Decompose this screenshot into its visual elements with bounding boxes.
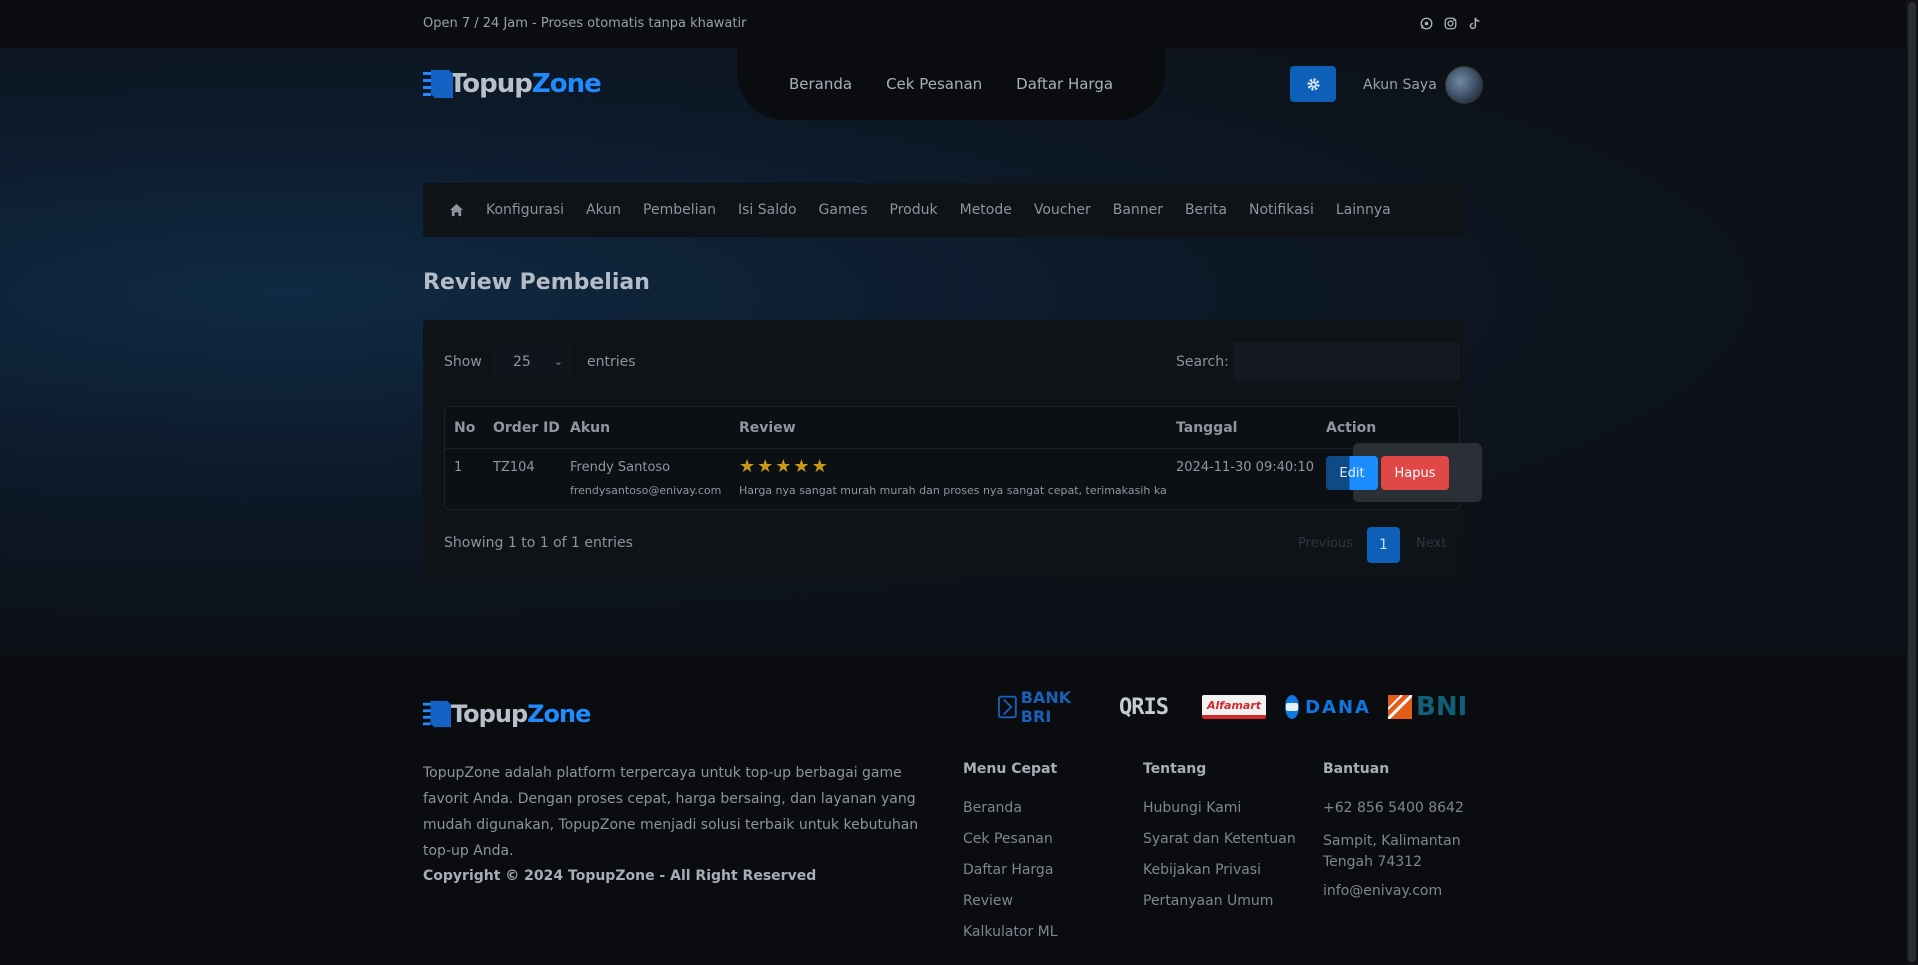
bank-bri-logo: BANK BRI	[998, 688, 1102, 726]
account-menu[interactable]: Akun Saya	[1363, 66, 1483, 104]
entries-per-page-select[interactable]: 25 ⌄	[493, 343, 573, 381]
qris-logo: QRIS	[1119, 694, 1169, 720]
alfamart-logo: Alfamart	[1202, 692, 1266, 722]
tiktok-icon[interactable]	[1467, 16, 1481, 30]
star-icon: ★	[757, 456, 774, 477]
admin-menu-bar: Konfigurasi Akun Pembelian Isi Saldo Gam…	[423, 183, 1463, 237]
edit-button[interactable]: Edit	[1326, 456, 1378, 490]
footer-phone[interactable]: +62 856 5400 8642	[1323, 800, 1464, 816]
home-icon[interactable]	[449, 203, 464, 217]
page-scrollbar[interactable]	[1906, 0, 1918, 965]
row-account-name: Frendy Santoso	[570, 460, 671, 475]
nav-daftar-harga[interactable]: Daftar Harga	[1016, 75, 1113, 93]
col-header-akun[interactable]: Akun	[570, 420, 610, 436]
footer-tentang-title: Tentang	[1143, 761, 1207, 777]
col-header-tanggal[interactable]: Tanggal	[1176, 420, 1237, 436]
pagination-next[interactable]: Next	[1416, 536, 1446, 551]
search-label: Search:	[1176, 354, 1229, 370]
star-icon: ★	[739, 456, 756, 477]
footer-link-beranda[interactable]: Beranda	[963, 800, 1022, 816]
row-no: 1	[454, 460, 463, 475]
footer-copyright: Copyright © 2024 TopupZone - All Right R…	[423, 868, 817, 884]
scrollbar-thumb[interactable]	[1908, 2, 1916, 962]
footer-menu-cepat-title: Menu Cepat	[963, 761, 1058, 777]
pagination-page-1[interactable]: 1	[1367, 527, 1400, 563]
footer-link-cek-pesanan[interactable]: Cek Pesanan	[963, 831, 1053, 847]
footer-link-daftar-harga[interactable]: Daftar Harga	[963, 862, 1053, 878]
topupzone-logo[interactable]: TopupZone	[423, 63, 602, 105]
nav-cek-pesanan[interactable]: Cek Pesanan	[886, 75, 982, 93]
row-account-email: frendysantoso@enivay.com	[570, 484, 722, 497]
rating-stars: ★ ★ ★ ★ ★	[739, 458, 828, 476]
bni-logo: BNI	[1388, 692, 1474, 722]
footer-address: Sampit, Kalimantan Tengah 74312	[1323, 833, 1461, 870]
admin-menu-akun[interactable]: Akun	[586, 202, 621, 218]
admin-menu-berita[interactable]: Berita	[1185, 202, 1227, 218]
table-divider	[445, 448, 1459, 449]
admin-menu-banner[interactable]: Banner	[1113, 202, 1163, 218]
admin-settings-button[interactable]	[1290, 66, 1336, 102]
entries-label: entries	[587, 354, 636, 370]
main-nav: Beranda Cek Pesanan Daftar Harga	[737, 48, 1165, 120]
col-header-review[interactable]: Review	[739, 420, 796, 436]
nav-beranda[interactable]: Beranda	[789, 75, 852, 93]
admin-menu-voucher[interactable]: Voucher	[1034, 202, 1091, 218]
page-title: Review Pembelian	[423, 270, 650, 295]
gear-icon	[1306, 77, 1320, 91]
logo-mark-icon	[423, 700, 451, 728]
footer-link-pertanyaan-umum[interactable]: Pertanyaan Umum	[1143, 893, 1273, 909]
footer-link-hubungi-kami[interactable]: Hubungi Kami	[1143, 800, 1241, 816]
social-links	[1419, 16, 1481, 30]
col-header-no[interactable]: No	[454, 420, 475, 436]
row-review-text: Harga nya sangat murah murah dan proses …	[739, 484, 1167, 497]
footer-email[interactable]: info@enivay.com	[1323, 883, 1442, 899]
admin-menu-metode[interactable]: Metode	[960, 202, 1012, 218]
admin-menu-konfigurasi[interactable]: Konfigurasi	[486, 202, 564, 218]
whatsapp-icon[interactable]	[1419, 16, 1433, 30]
search-input[interactable]	[1233, 342, 1460, 380]
chevron-down-icon: ⌄	[553, 355, 563, 368]
instagram-icon[interactable]	[1443, 16, 1457, 30]
admin-menu-lainnya[interactable]: Lainnya	[1336, 202, 1391, 218]
show-label: Show	[444, 354, 482, 370]
row-order-id: TZ104	[493, 460, 535, 475]
account-label: Akun Saya	[1363, 77, 1437, 93]
logo-mark-icon	[423, 66, 453, 102]
footer-link-syarat[interactable]: Syarat dan Ketentuan	[1143, 831, 1296, 847]
row-tanggal: 2024-11-30 09:40:10	[1176, 460, 1315, 475]
dana-logo: DANA	[1285, 692, 1371, 722]
admin-menu-notifikasi[interactable]: Notifikasi	[1249, 202, 1314, 218]
admin-menu-pembelian[interactable]: Pembelian	[643, 202, 716, 218]
footer-link-kalkulator-ml[interactable]: Kalkulator ML	[963, 924, 1058, 940]
footer-description: TopupZone adalah platform terpercaya unt…	[423, 765, 919, 859]
delete-button[interactable]: Hapus	[1381, 456, 1449, 490]
admin-menu-games[interactable]: Games	[819, 202, 868, 218]
avatar	[1444, 66, 1483, 104]
logo-text: TopupZone	[449, 69, 602, 99]
col-header-order-id[interactable]: Order ID	[493, 420, 560, 436]
pagination-previous[interactable]: Previous	[1298, 536, 1353, 551]
table-info: Showing 1 to 1 of 1 entries	[444, 535, 633, 551]
footer-logo[interactable]: TopupZone	[423, 697, 591, 731]
star-icon: ★	[793, 456, 810, 477]
footer-logo-text: TopupZone	[451, 700, 591, 728]
star-icon: ★	[775, 456, 792, 477]
entries-value: 25	[513, 354, 531, 370]
top-info-bar: Open 7 / 24 Jam - Proses otomatis tanpa …	[0, 0, 1906, 48]
footer-link-kebijakan-privasi[interactable]: Kebijakan Privasi	[1143, 862, 1261, 878]
footer-link-review[interactable]: Review	[963, 893, 1013, 909]
admin-menu-produk[interactable]: Produk	[890, 202, 938, 218]
footer	[0, 655, 1906, 965]
col-header-action[interactable]: Action	[1326, 420, 1376, 436]
admin-menu-isi-saldo[interactable]: Isi Saldo	[738, 202, 797, 218]
star-icon: ★	[811, 456, 828, 477]
footer-bantuan-title: Bantuan	[1323, 761, 1390, 777]
opening-hours-text: Open 7 / 24 Jam - Proses otomatis tanpa …	[423, 16, 747, 31]
